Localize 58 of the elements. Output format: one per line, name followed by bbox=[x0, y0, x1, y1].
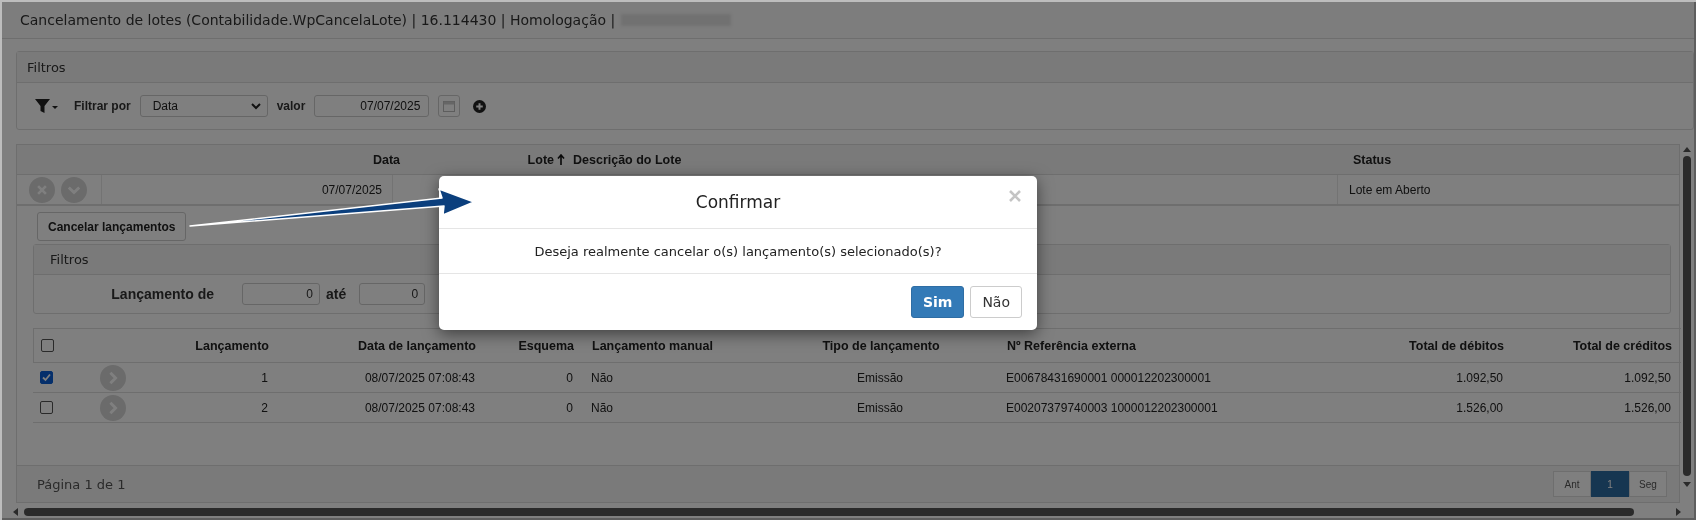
table-cell: E00207379740003 1000012202300001 bbox=[1006, 400, 1218, 415]
table-cell: 08/07/2025 07:08:43 bbox=[364, 400, 475, 415]
column-header[interactable]: Nº Referência externa bbox=[1007, 338, 1136, 353]
pagination-button[interactable]: 1 bbox=[1591, 471, 1629, 497]
table-cell: 1 bbox=[261, 370, 268, 385]
date-field[interactable]: 07/07/2025 bbox=[314, 95, 430, 117]
table-cell: 1.092,50 bbox=[1456, 370, 1503, 385]
table-cell: Lote em Aberto bbox=[1349, 182, 1431, 197]
table-cell: Emissão bbox=[857, 400, 903, 415]
checkbox[interactable] bbox=[40, 401, 53, 414]
close-icon[interactable] bbox=[1008, 189, 1022, 203]
column-header[interactable]: Data de lançamento bbox=[357, 338, 476, 353]
table-cell: E00678431690001 000012202300001 bbox=[1006, 370, 1211, 385]
field-label: valor bbox=[276, 99, 306, 113]
dialog-title: Confirmar bbox=[695, 192, 781, 212]
column-header[interactable]: Esquema bbox=[518, 338, 574, 353]
filter-dropdown[interactable]: Data bbox=[139, 95, 268, 117]
sort-arrow-icon bbox=[557, 154, 565, 165]
number-field[interactable]: 0 bbox=[242, 283, 320, 305]
pagination-button[interactable]: Ant bbox=[1553, 471, 1591, 497]
table-cell: 1.526,00 bbox=[1456, 400, 1503, 415]
table-cell: 0 bbox=[566, 370, 573, 385]
number-field[interactable]: 0 bbox=[359, 283, 426, 305]
dialog-message: Deseja realmente cancelar o(s) lançamento(s) selecionado(s)? bbox=[534, 243, 942, 259]
add-icon[interactable] bbox=[473, 99, 487, 113]
pagination-button[interactable]: Seg bbox=[1629, 471, 1667, 497]
panel-title: Filtros bbox=[50, 252, 89, 267]
checkbox[interactable] bbox=[40, 371, 53, 384]
checkbox[interactable] bbox=[41, 339, 54, 352]
column-header[interactable]: Status bbox=[1353, 152, 1392, 167]
filter-icon[interactable] bbox=[35, 98, 59, 114]
dialog-button[interactable]: Sim bbox=[910, 286, 965, 318]
dialog-button[interactable]: Não bbox=[970, 286, 1022, 318]
table-cell: 0 bbox=[566, 400, 573, 415]
column-header[interactable]: Total de créditos bbox=[1572, 338, 1672, 353]
column-header[interactable]: Lançamento manual bbox=[592, 338, 713, 353]
caret-icon bbox=[250, 102, 261, 110]
table-cell: 1.092,50 bbox=[1624, 370, 1671, 385]
column-header[interactable]: Total de débitos bbox=[1409, 338, 1504, 353]
panel-title: Filtros bbox=[27, 59, 66, 75]
table-cell: Não bbox=[591, 370, 613, 385]
table-cell: Não bbox=[591, 400, 613, 415]
column-header[interactable]: Data bbox=[372, 152, 400, 167]
window-title: Cancelamento de lotes (Contabilidade.WpCancelaLote) | 16.114430 | Homologação | bbox=[20, 12, 616, 28]
table-cell: 1.526,00 bbox=[1624, 400, 1671, 415]
column-header[interactable]: Tipo de lançamento bbox=[822, 338, 940, 353]
field-label: Filtrar por bbox=[74, 99, 131, 113]
table-cell: 07/07/2025 bbox=[321, 182, 382, 197]
table-cell: 2 bbox=[261, 400, 268, 415]
table-cell: Emissão bbox=[857, 370, 903, 385]
column-header[interactable]: Descrição do Lote bbox=[573, 152, 682, 167]
field-label: Lançamento de bbox=[110, 286, 214, 302]
page-info: Página 1 de 1 bbox=[37, 476, 126, 492]
field-label: até bbox=[326, 286, 347, 302]
table-cell: 08/07/2025 07:08:43 bbox=[364, 370, 475, 385]
cancel-entries-button[interactable]: Cancelar lançamentos bbox=[37, 212, 187, 241]
column-header[interactable]: Lote bbox=[527, 152, 554, 167]
column-header[interactable]: Lançamento bbox=[195, 338, 269, 353]
